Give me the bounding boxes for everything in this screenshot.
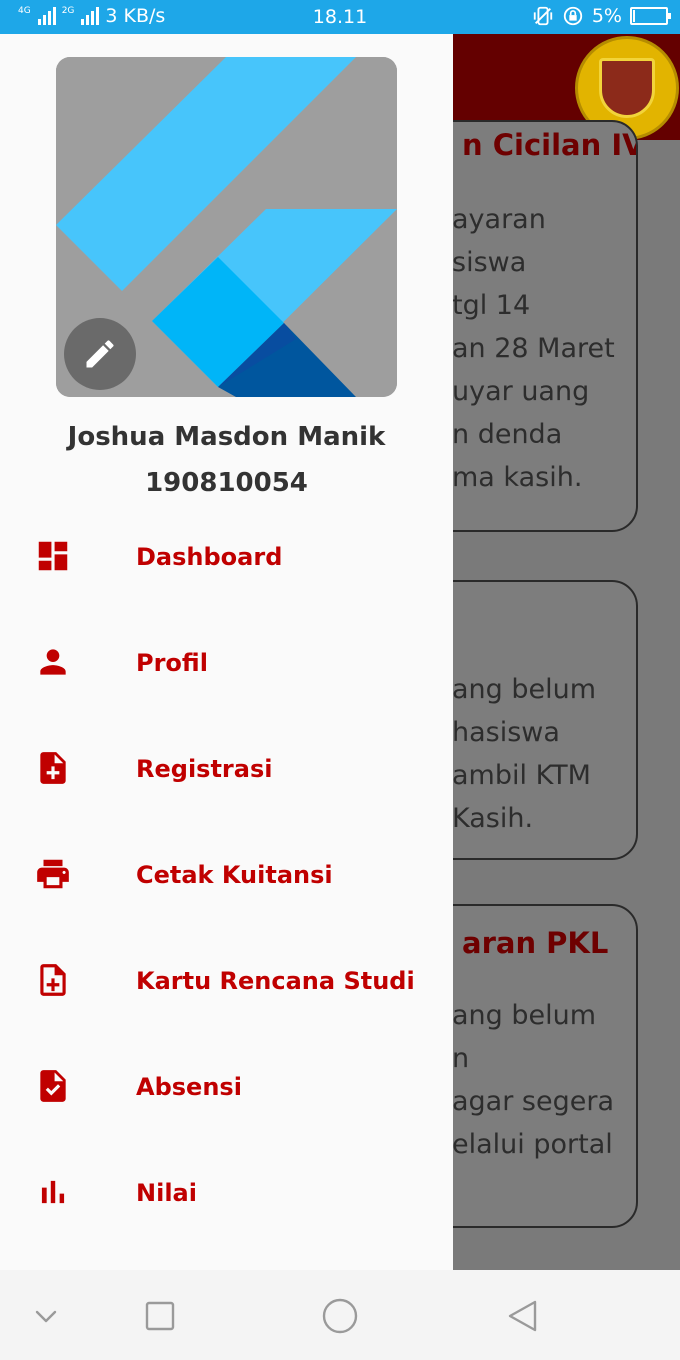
menu-label: Nilai xyxy=(136,1179,197,1207)
card-text-line: n xyxy=(452,1043,470,1074)
menu-label: Absensi xyxy=(136,1073,242,1101)
card-text-line: an 28 Maret xyxy=(452,333,615,364)
card-text-line: elalui portal xyxy=(452,1129,613,1160)
recents-icon[interactable] xyxy=(138,1294,182,1338)
printer-icon xyxy=(37,859,69,889)
card-text-line: ma kasih. xyxy=(452,462,583,493)
card-text-line: ang belum xyxy=(452,1000,597,1031)
card-text-line: agar segera xyxy=(452,1086,614,1117)
battery-icon xyxy=(630,7,671,25)
menu-item-dashboard[interactable]: Dashboard xyxy=(0,517,453,597)
status-bar: 4G 2G 3 KB/s 18.11 5% xyxy=(0,0,680,34)
pencil-icon xyxy=(86,340,114,368)
menu-item-kartu-rencana-studi[interactable]: Kartu Rencana Studi xyxy=(0,941,453,1021)
card-text-line: ang belum xyxy=(452,674,597,705)
edit-photo-button[interactable] xyxy=(64,318,136,390)
menu-item-cetak-kuitansi[interactable]: Cetak Kuitansi xyxy=(0,835,453,915)
menu-label: Kartu Rencana Studi xyxy=(136,967,415,995)
file-check-icon xyxy=(40,1070,66,1102)
battery-percent: 5% xyxy=(591,5,622,27)
note-add-outline-icon xyxy=(40,964,66,996)
menu-item-registrasi[interactable]: Registrasi xyxy=(0,729,453,809)
menu-item-nilai[interactable]: Nilai xyxy=(0,1153,453,1233)
card-text-line: hasiswa xyxy=(452,717,560,748)
card-text-line: ayaran xyxy=(452,204,546,235)
profile-photo[interactable] xyxy=(56,57,397,397)
note-add-icon xyxy=(40,752,66,784)
bar-chart-icon xyxy=(41,1180,65,1204)
chevron-down-icon[interactable] xyxy=(24,1294,68,1338)
card-title: aran PKL xyxy=(462,926,609,960)
person-icon xyxy=(40,649,66,675)
rotation-lock-icon xyxy=(563,6,583,26)
menu-label: Dashboard xyxy=(136,543,283,571)
menu-label: Cetak Kuitansi xyxy=(136,861,333,889)
card-title: n Cicilan IV xyxy=(462,128,638,162)
card-text-line: uyar uang xyxy=(452,376,590,407)
card-text-line: Kasih. xyxy=(452,803,534,834)
navigation-drawer: Joshua Masdon Manik 190810054 Dashboard … xyxy=(0,34,453,1270)
back-icon[interactable] xyxy=(500,1294,544,1338)
home-icon[interactable] xyxy=(318,1294,362,1338)
card-text-line: n denda xyxy=(452,419,563,450)
vibrate-icon xyxy=(533,6,553,26)
menu-label: Profil xyxy=(136,649,208,677)
user-name: Joshua Masdon Manik xyxy=(67,422,386,452)
system-nav-bar xyxy=(0,1270,680,1360)
menu-label: Registrasi xyxy=(136,755,273,783)
card-text-line: siswa xyxy=(452,247,527,278)
card-text-line: tgl 14 xyxy=(452,290,531,321)
card-text-line: ambil KTM xyxy=(452,760,591,791)
student-id: 190810054 xyxy=(145,468,308,498)
menu-item-absensi[interactable]: Absensi xyxy=(0,1047,453,1127)
status-right: 5% xyxy=(532,5,671,27)
dashboard-icon xyxy=(38,541,68,571)
menu-item-profil[interactable]: Profil xyxy=(0,623,453,703)
